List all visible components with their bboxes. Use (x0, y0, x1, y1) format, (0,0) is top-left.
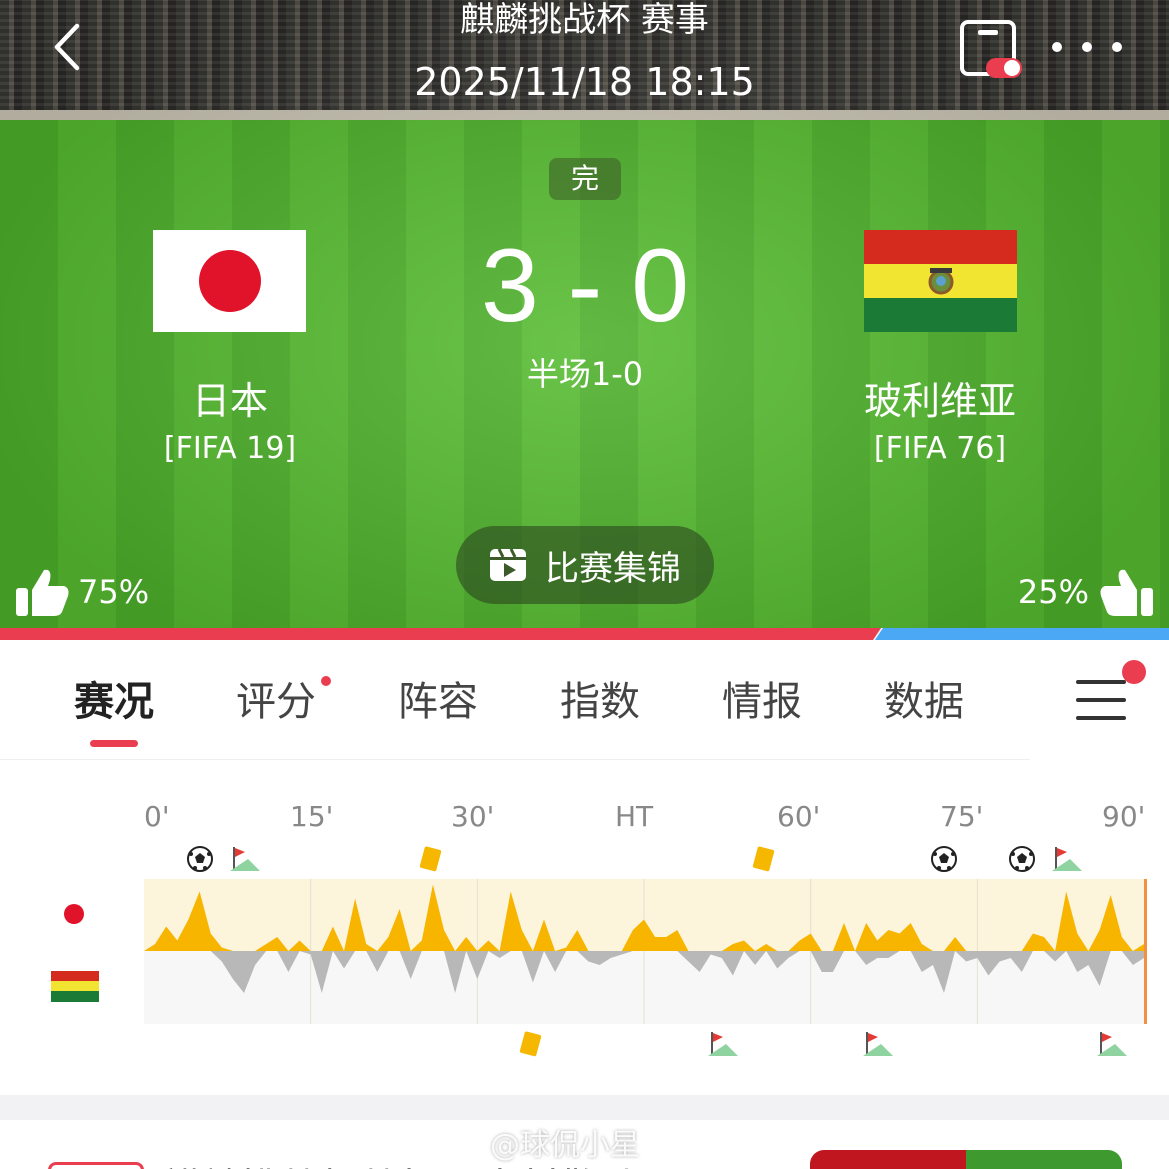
match-hero: 麒麟挑战杯 赛事 2025/11/18 18:15 完 日本 [FIFA 19]… (0, 0, 1169, 628)
yellow-card-event[interactable] (752, 845, 776, 877)
tab-odds[interactable]: 指数 (535, 674, 665, 734)
corner-event[interactable] (707, 1030, 738, 1062)
active-tab-indicator (90, 740, 138, 747)
tab-stats[interactable]: 数据 (859, 674, 989, 734)
match-details-panel: 赛况 评分 阵容 指数 情报 数据 0' 15' 30' HT 60' 75' … (0, 640, 1169, 1095)
yellow-card-event[interactable] (419, 845, 443, 877)
floating-window-button[interactable] (958, 18, 1022, 80)
yellow-card-event[interactable] (519, 1030, 543, 1062)
more-options-button[interactable] (1052, 30, 1122, 64)
dot-icon (1112, 42, 1122, 52)
football-icon (186, 846, 213, 872)
tab-match-status[interactable]: 赛况 (49, 674, 179, 734)
yellow-card-icon (753, 846, 775, 872)
thumbs-up-icon (16, 569, 69, 616)
away-team-name[interactable]: 玻利维亚 (840, 378, 1040, 424)
away-team-flag[interactable] (864, 230, 1017, 332)
timeline-tick: 75' (940, 800, 984, 833)
final-score: 3 - 0 (480, 228, 690, 344)
away-support-bar (875, 628, 1169, 640)
corner-flag-icon (1096, 1032, 1127, 1056)
match-end-line (1144, 879, 1147, 1024)
watermark: @球侃小星 (490, 1128, 640, 1163)
support-ratio-bar (0, 628, 1169, 640)
tab-bar: 赛况 评分 阵容 指数 情报 数据 (0, 640, 1030, 760)
corner-flag-icon (707, 1032, 738, 1056)
timeline-tick: 30' (451, 800, 495, 833)
floating-window-icon (960, 20, 1022, 78)
article-thumbnail[interactable] (810, 1150, 1122, 1169)
halftime-score: 半场1-0 (526, 355, 644, 393)
menu-notification-dot (1122, 660, 1146, 684)
timeline-tick: 15' (290, 800, 334, 833)
away-support-vote[interactable]: 25% (1018, 566, 1155, 618)
home-team-fifa-rank: [FIFA 19] (163, 431, 297, 466)
corner-flag-icon (1052, 847, 1083, 871)
goal-event[interactable] (186, 845, 214, 877)
event-title: 麒麟挑战杯 赛事 (460, 0, 709, 40)
timeline-tick: 60' (777, 800, 821, 833)
highlights-label: 比赛集锦 (545, 548, 681, 589)
home-support-vote[interactable]: 75% (14, 566, 149, 618)
home-support-bar (0, 628, 881, 640)
yellow-card-icon (419, 846, 441, 872)
momentum-chart (144, 879, 1147, 1024)
away-team-marker (51, 971, 99, 1002)
match-status-badge: 完 (549, 158, 621, 200)
goal-event[interactable] (1008, 845, 1036, 877)
corner-event[interactable] (230, 845, 260, 877)
coat-of-arms-icon (928, 268, 954, 295)
corner-event[interactable] (1096, 1030, 1127, 1062)
home-support-percent: 75% (78, 573, 150, 611)
away-team-fifa-rank: [FIFA 76] (873, 431, 1007, 466)
back-button[interactable] (44, 20, 88, 74)
timeline-tick: 90' (1102, 800, 1146, 833)
chevron-left-icon (54, 23, 80, 71)
away-support-percent: 25% (1017, 573, 1089, 611)
timeline-tick: 0' (144, 800, 170, 833)
tab-lineup[interactable]: 阵容 (373, 674, 503, 734)
tab-menu-button[interactable] (1076, 680, 1126, 722)
yellow-card-icon (519, 1031, 541, 1057)
corner-event[interactable] (863, 1030, 894, 1062)
goal-event[interactable] (930, 845, 958, 877)
dot-icon (1052, 42, 1062, 52)
video-clip-icon (490, 548, 526, 581)
tab-intel[interactable]: 情报 (697, 674, 827, 734)
football-icon (931, 846, 957, 872)
corner-event[interactable] (1052, 845, 1083, 877)
football-icon (1008, 846, 1035, 872)
dot-icon (1082, 42, 1092, 52)
home-team-flag[interactable] (153, 230, 306, 332)
thumbs-up-icon (1100, 569, 1153, 616)
home-team-marker (64, 904, 84, 924)
new-badge-dot (321, 676, 331, 686)
corner-flag-icon (863, 1032, 894, 1056)
corner-flag-icon (230, 847, 260, 871)
match-datetime: 2025/11/18 18:15 (414, 60, 755, 104)
highlights-button[interactable]: 比赛集锦 (456, 526, 714, 604)
timeline-tick: HT (615, 800, 654, 833)
article-tag (48, 1162, 144, 1169)
home-team-name[interactable]: 日本 (130, 378, 330, 424)
